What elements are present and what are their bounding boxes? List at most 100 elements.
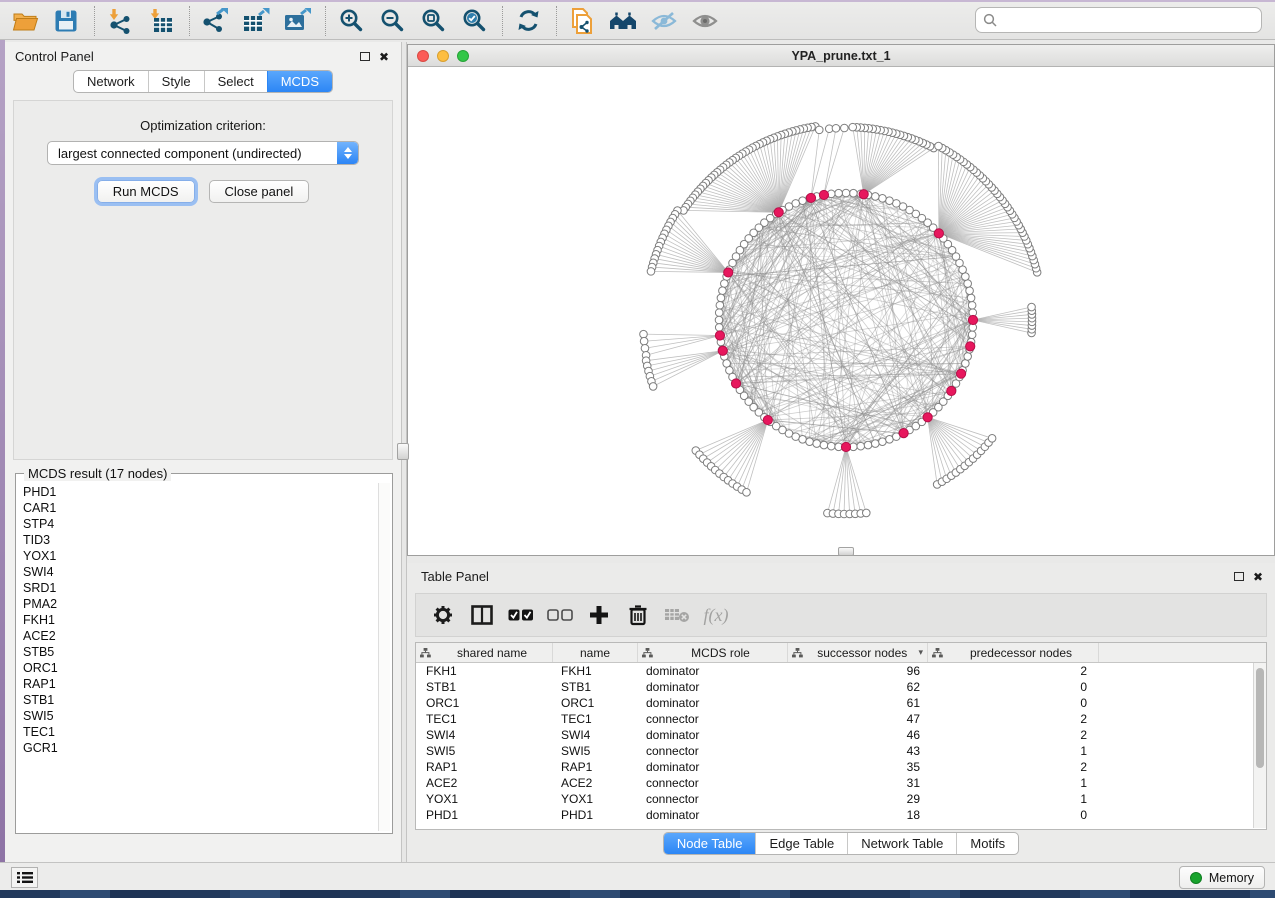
column-header[interactable]: successor nodes▾ bbox=[788, 643, 928, 662]
save-session-icon[interactable] bbox=[51, 6, 81, 36]
mcds-result-list[interactable]: PHD1CAR1STP4TID3YOX1SWI4SRD1PMA2FKH1ACE2… bbox=[18, 483, 377, 831]
table-row[interactable]: PHD1PHD1dominator180 bbox=[416, 807, 1266, 823]
tab-network-table[interactable]: Network Table bbox=[847, 833, 956, 854]
desktop-wallpaper-bottom bbox=[0, 890, 1275, 898]
mcds-result-item[interactable]: SWI5 bbox=[23, 708, 377, 724]
mcds-result-item[interactable]: YOX1 bbox=[23, 548, 377, 564]
tab-network[interactable]: Network bbox=[74, 71, 148, 92]
select-all-icon[interactable] bbox=[508, 602, 534, 628]
mcds-result-item[interactable]: STB1 bbox=[23, 692, 377, 708]
table-row[interactable]: ORC1ORC1dominator610 bbox=[416, 695, 1266, 711]
network-canvas[interactable] bbox=[408, 67, 1274, 555]
export-image-icon[interactable] bbox=[282, 6, 312, 36]
table-cell: dominator bbox=[638, 760, 788, 774]
table-cell: 43 bbox=[788, 744, 928, 758]
network-window-title: YPA_prune.txt_1 bbox=[408, 49, 1274, 63]
criterion-select[interactable]: largest connected component (undirected) bbox=[47, 141, 359, 165]
mcds-result-item[interactable]: STB5 bbox=[23, 644, 377, 660]
deselect-all-icon[interactable] bbox=[547, 602, 573, 628]
zoom-selected-icon[interactable] bbox=[459, 6, 489, 36]
import-table-icon[interactable] bbox=[146, 6, 176, 36]
mcds-result-item[interactable]: SWI4 bbox=[23, 564, 377, 580]
float-panel-icon[interactable] bbox=[360, 52, 370, 61]
column-header[interactable]: name bbox=[553, 643, 638, 662]
table-row[interactable]: SWI5SWI5connector431 bbox=[416, 743, 1266, 759]
table-scrollbar[interactable] bbox=[1253, 663, 1266, 828]
mcds-list-scrollbar[interactable] bbox=[378, 483, 390, 831]
mcds-result-item[interactable]: ORC1 bbox=[23, 660, 377, 676]
network-search[interactable] bbox=[975, 7, 1262, 33]
mcds-result-item[interactable]: CAR1 bbox=[23, 500, 377, 516]
mcds-result-item[interactable]: TID3 bbox=[23, 532, 377, 548]
tab-style[interactable]: Style bbox=[148, 71, 204, 92]
table-cell: dominator bbox=[638, 680, 788, 694]
mcds-result-item[interactable]: STP4 bbox=[23, 516, 377, 532]
table-row[interactable]: SWI4SWI4dominator462 bbox=[416, 727, 1266, 743]
table-cell: TEC1 bbox=[416, 712, 553, 726]
zoom-in-icon[interactable] bbox=[336, 6, 366, 36]
table-cell: 31 bbox=[788, 776, 928, 790]
import-network-icon[interactable] bbox=[105, 6, 135, 36]
run-mcds-button[interactable]: Run MCDS bbox=[97, 180, 195, 203]
network-window-titlebar[interactable]: YPA_prune.txt_1 bbox=[408, 45, 1274, 67]
table-cell: dominator bbox=[638, 808, 788, 822]
export-network-icon[interactable] bbox=[200, 6, 230, 36]
mcds-result-item[interactable]: SRD1 bbox=[23, 580, 377, 596]
table-scrollbar-thumb[interactable] bbox=[1256, 668, 1264, 768]
mcds-result-item[interactable]: TEC1 bbox=[23, 724, 377, 740]
close-table-panel-icon[interactable]: ✖ bbox=[1253, 572, 1263, 582]
function-builder-icon[interactable]: f(x) bbox=[703, 602, 729, 628]
table-row[interactable]: YOX1YOX1connector291 bbox=[416, 791, 1266, 807]
table-cell: 0 bbox=[928, 680, 1099, 694]
network-graph[interactable] bbox=[408, 67, 1274, 555]
table-cell: TEC1 bbox=[553, 712, 638, 726]
column-header[interactable]: shared name bbox=[416, 643, 553, 662]
table-cell: RAP1 bbox=[553, 760, 638, 774]
table-tabbar: Node Table Edge Table Network Table Moti… bbox=[663, 832, 1019, 855]
horizontal-splitter-grip[interactable] bbox=[838, 547, 854, 556]
close-panel-button[interactable]: Close panel bbox=[209, 180, 310, 203]
window-top-border bbox=[0, 0, 1275, 2]
zoom-fit-icon[interactable] bbox=[418, 6, 448, 36]
add-column-icon[interactable] bbox=[586, 602, 612, 628]
mcds-result-item[interactable]: RAP1 bbox=[23, 676, 377, 692]
clone-network-icon[interactable] bbox=[567, 6, 597, 36]
mcds-result-item[interactable]: GCR1 bbox=[23, 740, 377, 756]
column-header[interactable]: predecessor nodes bbox=[928, 643, 1099, 662]
mcds-result-item[interactable]: PMA2 bbox=[23, 596, 377, 612]
tab-select[interactable]: Select bbox=[204, 71, 267, 92]
settings-gear-icon[interactable] bbox=[430, 602, 456, 628]
memory-label: Memory bbox=[1209, 871, 1254, 885]
tab-node-table[interactable]: Node Table bbox=[664, 833, 756, 854]
vertical-splitter-grip[interactable] bbox=[397, 443, 409, 460]
show-column-icon[interactable] bbox=[469, 602, 495, 628]
show-all-icon[interactable] bbox=[690, 6, 720, 36]
search-input[interactable] bbox=[1003, 12, 1261, 29]
table-row[interactable]: FKH1FKH1dominator962 bbox=[416, 663, 1266, 679]
table-row[interactable]: TEC1TEC1connector472 bbox=[416, 711, 1266, 727]
memory-button[interactable]: Memory bbox=[1179, 866, 1265, 889]
open-file-icon[interactable] bbox=[10, 6, 40, 36]
tab-edge-table[interactable]: Edge Table bbox=[755, 833, 847, 854]
column-header[interactable]: MCDS role bbox=[638, 643, 788, 662]
table-row[interactable]: ACE2ACE2connector311 bbox=[416, 775, 1266, 791]
optimization-criterion-label: Optimization criterion: bbox=[14, 118, 392, 133]
mcds-result-item[interactable]: FKH1 bbox=[23, 612, 377, 628]
refresh-layout-icon[interactable] bbox=[513, 6, 543, 36]
tab-motifs[interactable]: Motifs bbox=[956, 833, 1018, 854]
table-row[interactable]: RAP1RAP1dominator352 bbox=[416, 759, 1266, 775]
export-table-icon[interactable] bbox=[241, 6, 271, 36]
mcds-result-item[interactable]: PHD1 bbox=[23, 484, 377, 500]
first-neighbors-icon[interactable] bbox=[608, 6, 638, 36]
float-table-panel-icon[interactable] bbox=[1234, 572, 1244, 581]
close-panel-icon[interactable]: ✖ bbox=[379, 52, 389, 62]
mcds-result-item[interactable]: ACE2 bbox=[23, 628, 377, 644]
hide-selected-icon[interactable] bbox=[649, 6, 679, 36]
delete-table-icon[interactable] bbox=[664, 602, 690, 628]
task-history-button[interactable] bbox=[11, 867, 38, 888]
table-row[interactable]: STB1STB1dominator620 bbox=[416, 679, 1266, 695]
table-cell: 1 bbox=[928, 792, 1099, 806]
zoom-out-icon[interactable] bbox=[377, 6, 407, 36]
tab-mcds[interactable]: MCDS bbox=[267, 71, 332, 92]
delete-column-icon[interactable] bbox=[625, 602, 651, 628]
